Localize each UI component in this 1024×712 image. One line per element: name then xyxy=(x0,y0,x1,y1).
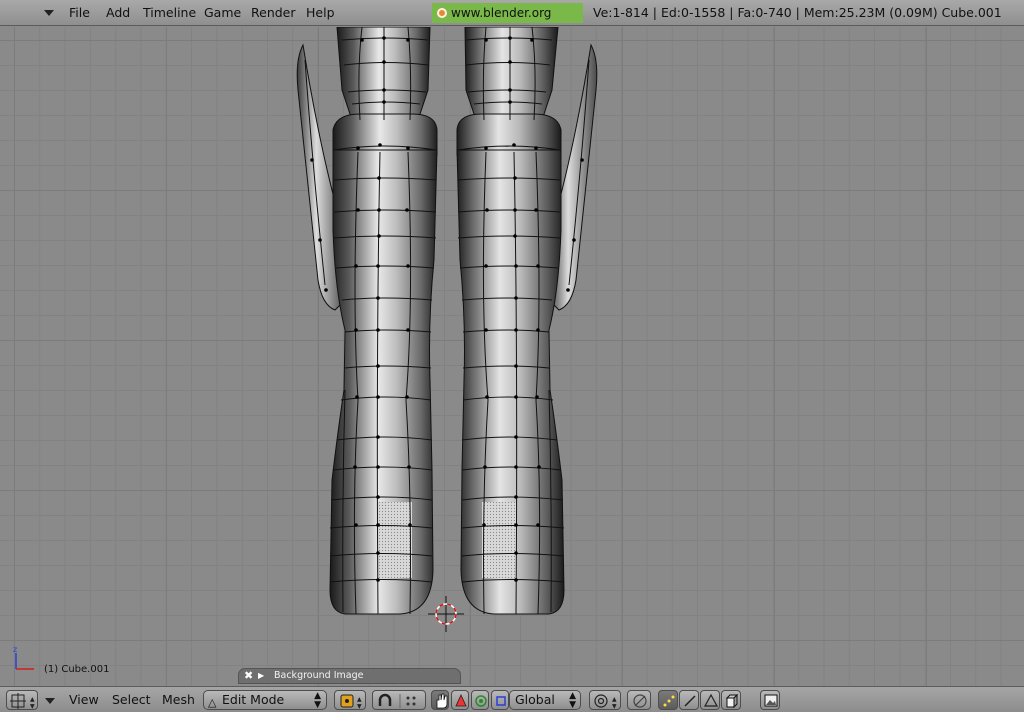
active-object-label: (1) Cube.001 xyxy=(44,664,110,675)
snap-button[interactable]: ▲ ▼ xyxy=(589,690,621,710)
mode-select[interactable]: △ Edit Mode ▲ ▼ xyxy=(203,690,327,710)
close-icon[interactable]: ✖ xyxy=(244,669,253,683)
menu-render[interactable]: Render xyxy=(251,5,296,20)
menu-help[interactable]: Help xyxy=(306,5,335,20)
snap-target-button[interactable] xyxy=(627,690,651,710)
select-arrows-icon: ▲ ▼ xyxy=(314,691,321,710)
translate-manipulator-button[interactable] xyxy=(451,690,469,710)
collapse-menus-icon[interactable] xyxy=(45,698,55,704)
edge-select-mode-button[interactable] xyxy=(679,690,699,710)
image-icon xyxy=(764,694,778,707)
svg-text:▼: ▼ xyxy=(612,703,617,710)
menu-file[interactable]: File xyxy=(69,5,90,20)
blender-version-badge[interactable]: www.blender.org 249.2 xyxy=(432,3,583,40)
orientation-select[interactable]: Global ▲ ▼ xyxy=(509,690,581,710)
cube-icon xyxy=(725,693,739,709)
svg-text:▼: ▼ xyxy=(357,703,362,710)
svg-text:▲: ▲ xyxy=(612,696,617,703)
background-image-label: Background Image xyxy=(274,670,364,681)
menu-timeline[interactable]: Timeline xyxy=(143,5,196,20)
edge-select-icon xyxy=(684,695,696,707)
blender-logo-icon xyxy=(437,8,447,18)
window-type-button[interactable]: ▲ ▼ xyxy=(6,690,38,710)
render-preview-button[interactable] xyxy=(760,690,780,710)
mode-label: Edit Mode xyxy=(222,692,285,707)
pivot-icon: ▲ ▼ xyxy=(340,694,362,710)
select-arrows-icon: ▲ ▼ xyxy=(569,691,576,710)
circle-icon xyxy=(475,695,487,707)
pivot-button[interactable]: ▲ ▼ xyxy=(334,690,366,710)
3d-cursor-icon[interactable] xyxy=(428,596,464,632)
svg-text:▲: ▲ xyxy=(30,696,35,703)
mesh-model[interactable] xyxy=(0,27,1024,686)
face-select-icon xyxy=(703,693,719,707)
axis-gizmo-icon: z xyxy=(13,645,34,670)
triangle-icon xyxy=(455,694,467,707)
rotate-manipulator-button[interactable] xyxy=(471,690,489,710)
background-image-panel[interactable]: ✖ ▶ Background Image xyxy=(238,668,461,684)
right-leg[interactable] xyxy=(456,27,598,615)
vertex-select-mode-button[interactable] xyxy=(658,690,678,710)
menu-collapse-icon[interactable] xyxy=(44,10,54,16)
manipulator-toggle[interactable] xyxy=(431,690,449,710)
proportional-edit-button[interactable] xyxy=(372,690,426,710)
expand-icon[interactable]: ▶ xyxy=(258,669,264,683)
menu-add[interactable]: Add xyxy=(106,5,130,20)
svg-text:▲: ▲ xyxy=(357,696,362,703)
snap-target-icon xyxy=(633,694,647,708)
menu-select[interactable]: Select xyxy=(112,692,151,707)
snap-icon: ▲ ▼ xyxy=(594,694,617,710)
orientation-label: Global xyxy=(515,692,555,707)
menu-game[interactable]: Game xyxy=(204,5,241,20)
face-select-mode-button[interactable] xyxy=(700,690,720,710)
menu-mesh[interactable]: Mesh xyxy=(162,692,195,707)
hand-icon xyxy=(436,693,448,709)
grid-icon: ▲ ▼ xyxy=(10,693,35,710)
menu-view[interactable]: View xyxy=(69,692,99,707)
viewport-header: ▲ ▼ View Select Mesh △ Edit Mode ▲▼ ▲ ▼ xyxy=(0,686,1024,712)
3d-viewport[interactable]: z (1) Cube.001 ✖ ▶ Background Image xyxy=(0,27,1024,686)
triangle-mesh-icon: △ xyxy=(208,696,217,709)
vertex-select-icon xyxy=(663,695,675,707)
scene-stats: Ve:1-814 | Ed:0-1558 | Fa:0-740 | Mem:25… xyxy=(593,5,1002,20)
top-menu-bar: File Add Timeline Game Render Help www.b… xyxy=(0,0,1024,40)
occlude-geometry-button[interactable] xyxy=(721,690,741,710)
scale-manipulator-button[interactable] xyxy=(491,690,509,710)
square-icon xyxy=(496,696,506,706)
magnet-icon xyxy=(378,693,416,708)
left-leg[interactable] xyxy=(296,27,438,615)
svg-text:z: z xyxy=(13,645,17,654)
svg-text:▼: ▼ xyxy=(30,703,35,710)
